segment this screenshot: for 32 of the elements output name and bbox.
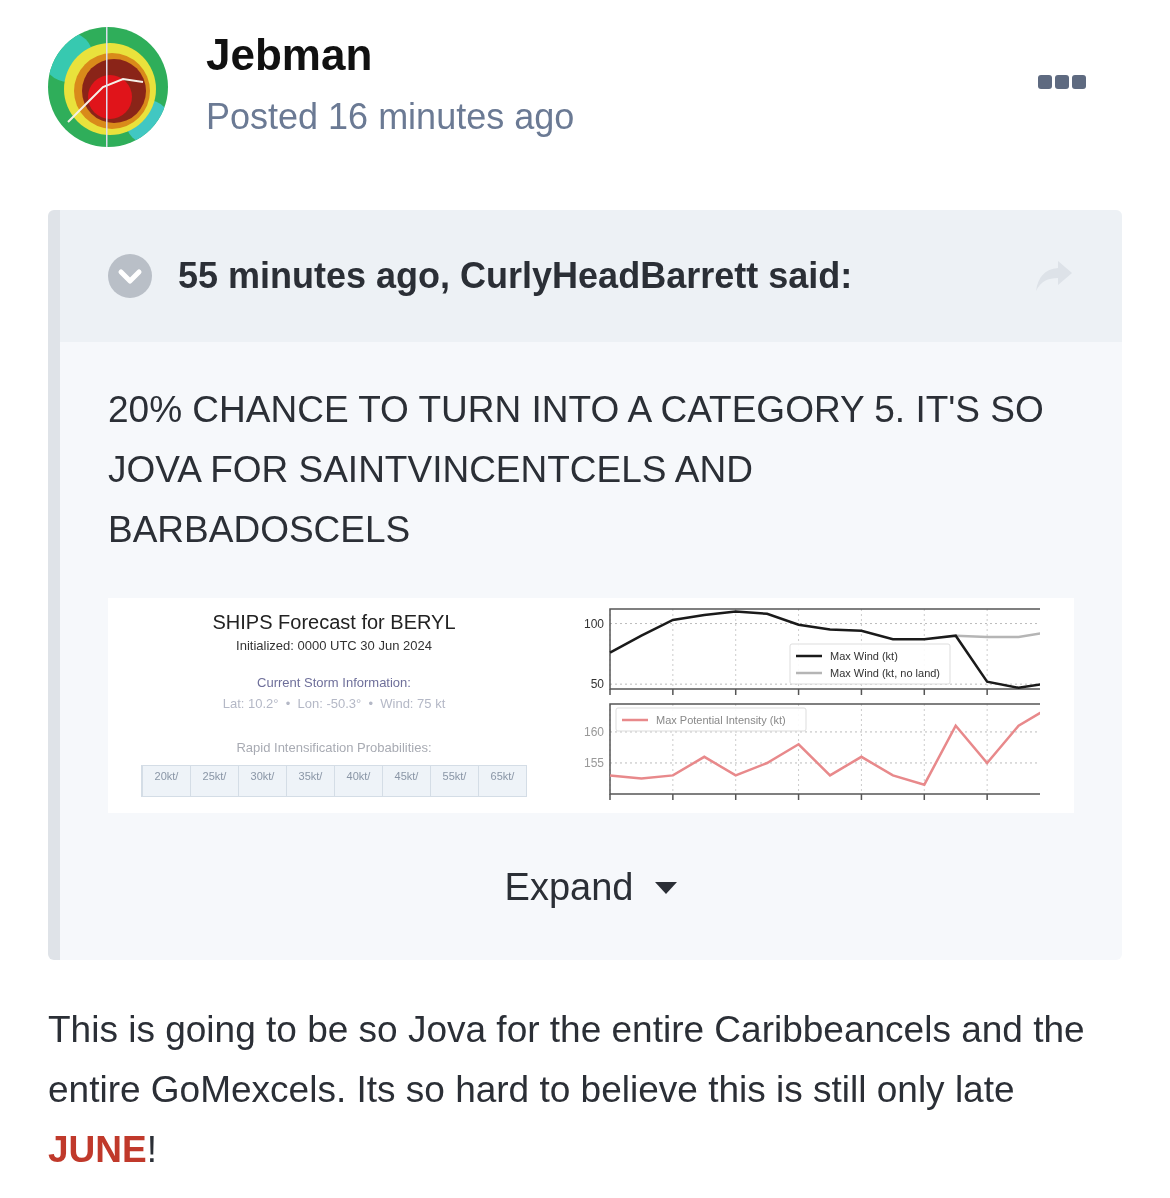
table-cell: 35kt/ <box>286 766 334 796</box>
quote-attribution: 55 minutes ago, CurlyHeadBarrett said: <box>178 254 854 298</box>
quote-text: 20% CHANCE TO TURN INTO A CATEGORY 5. IT'S SO JOVA FOR SAINTVINCENTCELS AND BARBADOSCELS <box>108 388 1045 552</box>
legend-swatch <box>796 671 822 675</box>
axis-tick-label: 50 <box>590 677 604 692</box>
probabilities-heading: Rapid Intensification Probabilities: <box>236 739 432 757</box>
table-cell: 55kt/ <box>430 766 478 796</box>
legend-swatch <box>796 654 822 658</box>
forecast-title: SHIPS Forecast for BERYL <box>212 610 456 634</box>
legend-label: Max Wind (kt) <box>830 650 898 662</box>
info-heading: Current Storm Information: <box>257 674 411 692</box>
more-options-icon[interactable] <box>1038 75 1086 89</box>
storm-info: Lat: 10.2° • Lon: -50.3° • Wind: 75 kt <box>222 695 446 713</box>
legend-swatch <box>622 718 648 722</box>
post-body: This is going to be so Jova for the entire Caribbeancels and the entire GoMexcels. Its so hard to believe this is still only late JUNE! <box>48 1008 1086 1172</box>
chevron-down-icon[interactable] <box>108 254 152 298</box>
axis-tick-label: 160 <box>583 724 604 739</box>
caret-down-icon <box>655 881 678 894</box>
legend-label: Max Potential Intensity (kt) <box>656 714 786 726</box>
author-name[interactable]: Jebman <box>206 29 1038 81</box>
table-cell: 25kt/ <box>190 766 238 796</box>
table-cell: 30kt/ <box>238 766 286 796</box>
expand-button[interactable]: Expand <box>504 859 678 916</box>
axis-tick-label: 100 <box>583 616 604 631</box>
table-cell: 65kt/ <box>478 766 526 796</box>
init-time: Initialized: 0000 UTC 30 Jun 2024 <box>236 637 432 655</box>
legend-label: Max Wind (kt, no land) <box>830 667 941 679</box>
table-cell: 45kt/ <box>382 766 430 796</box>
post-time: Posted 16 minutes ago <box>206 95 576 139</box>
table-cell: 40kt/ <box>334 766 382 796</box>
axis-tick-label: 155 <box>583 755 604 770</box>
table-cell: 20kt/ <box>142 766 190 796</box>
